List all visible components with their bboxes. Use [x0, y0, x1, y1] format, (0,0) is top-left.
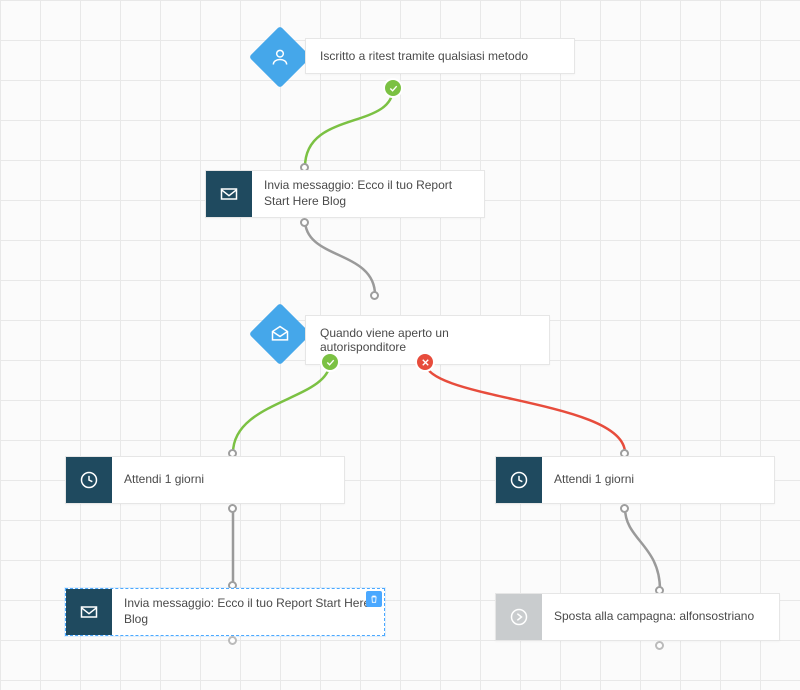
envelope-icon: [219, 184, 239, 204]
envelope-open-icon: [270, 324, 290, 344]
delete-node-button[interactable]: [366, 591, 382, 607]
envelope-icon: [79, 602, 99, 622]
send-message-label: Invia messaggio: Ecco il tuo Report Star…: [252, 172, 484, 215]
wait-node-yes[interactable]: Attendi 1 giorni: [65, 456, 345, 504]
clock-icon: [509, 470, 529, 490]
trigger-node[interactable]: Iscritto a ritest tramite qualsiasi meto…: [305, 38, 575, 74]
condition-diamond[interactable]: [249, 303, 311, 365]
workflow-canvas[interactable]: Iscritto a ritest tramite qualsiasi meto…: [0, 0, 800, 690]
send-message-label: Invia messaggio: Ecco il tuo Report Star…: [112, 590, 384, 633]
trigger-diamond[interactable]: [249, 26, 311, 88]
arrow-right-circle-icon: [509, 607, 529, 627]
wait-label: Attendi 1 giorni: [112, 466, 216, 494]
condition-label: Quando viene aperto un autorisponditore: [320, 326, 449, 354]
person-icon: [270, 47, 290, 67]
send-message-node-2[interactable]: Invia messaggio: Ecco il tuo Report Star…: [65, 588, 385, 636]
send-message-node-1[interactable]: Invia messaggio: Ecco il tuo Report Star…: [205, 170, 485, 218]
wait-node-no[interactable]: Attendi 1 giorni: [495, 456, 775, 504]
success-badge-icon: [383, 78, 403, 98]
wait-label: Attendi 1 giorni: [542, 466, 646, 494]
trigger-label: Iscritto a ritest tramite qualsiasi meto…: [320, 49, 528, 63]
move-campaign-node[interactable]: Sposta alla campagna: alfonsostriano: [495, 593, 780, 641]
move-label: Sposta alla campagna: alfonsostriano: [542, 603, 766, 631]
condition-node[interactable]: Quando viene aperto un autorisponditore: [305, 315, 550, 365]
clock-icon: [79, 470, 99, 490]
trash-icon: [369, 594, 379, 604]
